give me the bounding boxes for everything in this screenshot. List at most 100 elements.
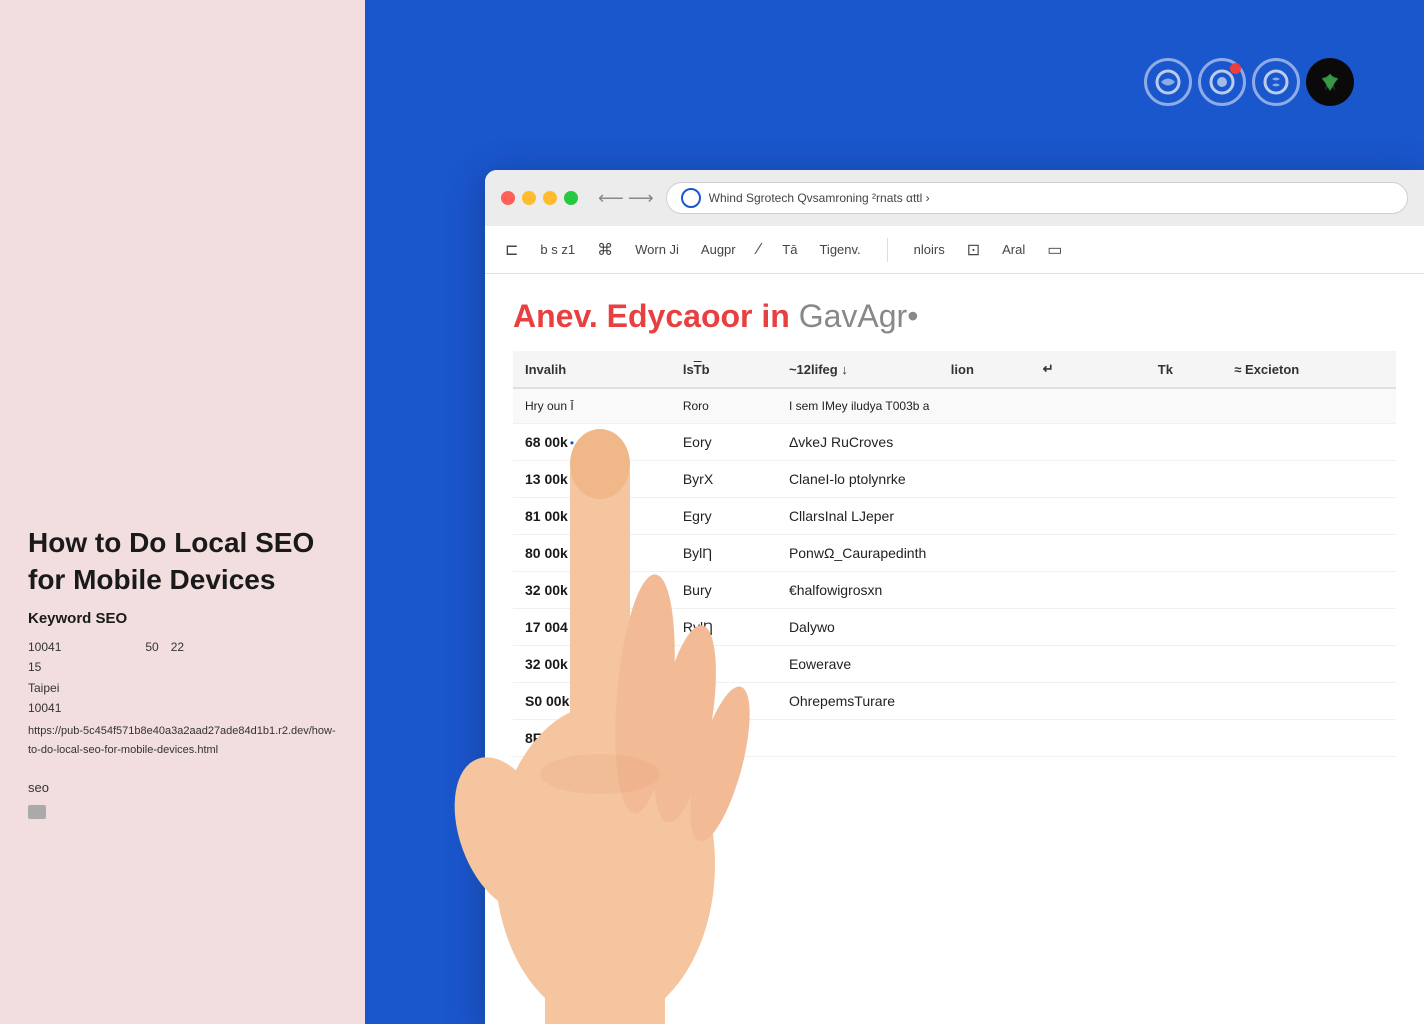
- table-row: 32 00k• Bory Eowerave: [513, 646, 1396, 683]
- row-col1: Egry: [671, 498, 777, 535]
- table-row: S0 00k• Nillv OhrepemsTurare: [513, 683, 1396, 720]
- main-area: ⟵ ⟶ Whind Sgrotech Qvsamroning ²rnats αt…: [365, 0, 1424, 1024]
- toolbar-ta[interactable]: Tā: [782, 242, 797, 257]
- row-col2-3: ClaneI-lo ptolynrke: [777, 461, 1396, 498]
- maximize-button[interactable]: [543, 191, 557, 205]
- page-url: https://pub-5c454f571b8e40a3a2aad27ade84…: [28, 722, 337, 759]
- table-row: 32 00k• Bury €halfowigrosxn: [513, 572, 1396, 609]
- top-icon-4[interactable]: [1306, 58, 1354, 106]
- meta-line3: Taipei: [28, 678, 337, 698]
- meta-line2: 15: [28, 657, 337, 677]
- tag-seo: seo: [28, 780, 337, 795]
- row-col2-3: Dalywo: [777, 609, 1396, 646]
- row-col2-3: ΔvkeJ RuCroves: [777, 424, 1396, 461]
- table-row: 68 00k• Eory ΔvkeJ RuCroves: [513, 424, 1396, 461]
- top-icon-2[interactable]: [1198, 58, 1246, 106]
- row-col1: [671, 720, 777, 757]
- table-row: 80 00k• BylȠ PonwΩ_Caurapedinth: [513, 535, 1396, 572]
- page-title-part3: GavAgr•: [799, 298, 919, 334]
- page-title-part1: Anev. Edycaoor: [513, 298, 752, 334]
- tag-icon: [28, 805, 46, 819]
- row-col2-3: CllarsInal LJeper: [777, 498, 1396, 535]
- table-body: Hry oun Ī Roro I sem IMey iludya T003b a…: [513, 388, 1396, 757]
- row-col1: Bury: [671, 572, 777, 609]
- browser-icon: [681, 188, 701, 208]
- top-icon-3[interactable]: [1252, 58, 1300, 106]
- th-tk: Тk: [1146, 351, 1222, 388]
- subheader-2: Roro: [671, 388, 777, 424]
- row-vol: 13 00k→: [513, 461, 671, 498]
- toolbar-more-icon[interactable]: ▭: [1047, 240, 1062, 260]
- keyword-table: Invalih lsTb ~12lifeg ↓ lion ↵ Тk ≈ Exci…: [513, 351, 1396, 757]
- top-bar-icons: [1144, 58, 1354, 106]
- nav-arrows: ⟵ ⟶: [598, 188, 654, 209]
- row-vol: 68 00k•: [513, 424, 671, 461]
- row-col2-3: OhrepemsTurare: [777, 683, 1396, 720]
- table-row: 81 00k• Egry CllarsInal LJeper: [513, 498, 1396, 535]
- close-button[interactable]: [501, 191, 515, 205]
- browser-toolbar: ⊏ b s z1 ⌘ Worn Ji Augpr ⁄ Tā Tigenv. nl…: [485, 226, 1424, 274]
- toolbar-box-icon: ⊡: [967, 240, 980, 260]
- address-bar[interactable]: Whind Sgrotech Qvsamroning ²rnats αttl ›: [666, 182, 1408, 214]
- keyword-label: Keyword SEO: [28, 610, 337, 627]
- subheader-3: I sem IMey iludya T003b a: [777, 388, 1396, 424]
- row-col2-3: [777, 720, 1396, 757]
- row-vol: 32 00k•: [513, 646, 671, 683]
- browser-window: ⟵ ⟶ Whind Sgrotech Qvsamroning ²rnats αt…: [485, 170, 1424, 1024]
- row-col1: Eory: [671, 424, 777, 461]
- table-subheader: Hry oun Ī Roro I sem IMey iludya T003b a: [513, 388, 1396, 424]
- toolbar-augpr[interactable]: Augpr: [701, 242, 736, 257]
- row-vol: 8F 00k•: [513, 720, 671, 757]
- toolbar-aral[interactable]: Aral: [1002, 242, 1025, 257]
- th-12lifeg: ~12lifeg ↓: [777, 351, 939, 388]
- table-header-row: Invalih lsTb ~12lifeg ↓ lion ↵ Тk ≈ Exci…: [513, 351, 1396, 388]
- browser-content: Anev. Edycaoor in GavAgr• Invalih lsTb ~…: [485, 274, 1424, 781]
- th-lstb: lsTb: [671, 351, 777, 388]
- sidebar-tags: seo: [28, 780, 337, 819]
- minimize-button[interactable]: [522, 191, 536, 205]
- th-arrow: ↵: [1031, 351, 1099, 388]
- forward-icon[interactable]: ⟶: [628, 188, 654, 209]
- top-icon-1[interactable]: [1144, 58, 1192, 106]
- page-title: How to Do Local SEO for Mobile Devices: [28, 525, 337, 598]
- th-invalih: Invalih: [513, 351, 671, 388]
- toolbar-item-1[interactable]: b s z1: [540, 242, 575, 257]
- row-vol: S0 00k•: [513, 683, 671, 720]
- row-vol: 32 00k•: [513, 572, 671, 609]
- red-badge: [1230, 63, 1241, 74]
- address-text: Whind Sgrotech Qvsamroning ²rnats αttl ›: [709, 191, 1393, 205]
- toolbar-icon-1[interactable]: ⊏: [505, 240, 518, 260]
- back-icon[interactable]: ⟵: [598, 188, 624, 209]
- browser-page-title: Anev. Edycaoor in GavAgr•: [513, 298, 1396, 335]
- row-col1: BylȠ: [671, 535, 777, 572]
- th-lion: lion: [939, 351, 1031, 388]
- fullscreen-button[interactable]: [564, 191, 578, 205]
- meta-line1: 10041 50 22: [28, 637, 337, 657]
- traffic-lights: [501, 191, 578, 205]
- meta-line4: 10041: [28, 698, 337, 718]
- table-row: 8F 00k•: [513, 720, 1396, 757]
- toolbar-pin-icon: ⁄: [758, 241, 761, 259]
- th-empty1: [1099, 351, 1146, 388]
- row-vol: 17 004•: [513, 609, 671, 646]
- th-excieton: ≈ Excieton: [1222, 351, 1396, 388]
- toolbar-divider: [887, 238, 888, 262]
- left-sidebar: How to Do Local SEO for Mobile Devices K…: [0, 0, 365, 1024]
- sidebar-meta: 10041 50 22 15 Taipei 10041 https://pub-…: [28, 637, 337, 760]
- row-col1: RylȠ: [671, 609, 777, 646]
- row-col1: Bory: [671, 646, 777, 683]
- toolbar-worn-ji[interactable]: Worn Ji: [635, 242, 679, 257]
- row-vol: 81 00k•: [513, 498, 671, 535]
- row-col2-3: Eowerave: [777, 646, 1396, 683]
- subheader-1: Hry oun Ī: [513, 388, 671, 424]
- table-row: 17 004• RylȠ Dalywo: [513, 609, 1396, 646]
- page-title-part2: in: [761, 298, 798, 334]
- toolbar-share-icon[interactable]: ⌘: [597, 240, 613, 260]
- toolbar-nloirs[interactable]: nloirs: [914, 242, 945, 257]
- table-row: 13 00k→ ByrX ClaneI-lo ptolynrke: [513, 461, 1396, 498]
- row-col1: ByrX: [671, 461, 777, 498]
- row-vol: 80 00k•: [513, 535, 671, 572]
- row-col1: Nillv: [671, 683, 777, 720]
- toolbar-tigenv[interactable]: Tigenv.: [819, 242, 860, 257]
- browser-titlebar: ⟵ ⟶ Whind Sgrotech Qvsamroning ²rnats αt…: [485, 170, 1424, 226]
